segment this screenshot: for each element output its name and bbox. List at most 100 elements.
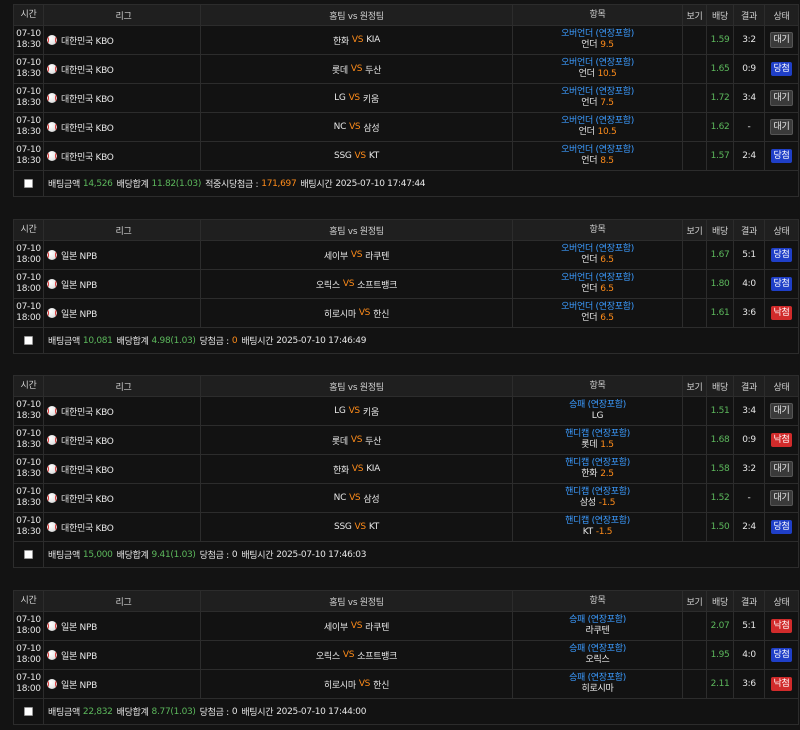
win-amount: 171,697 <box>261 178 297 189</box>
baseball-icon <box>47 64 57 74</box>
home-team: NC <box>333 493 347 503</box>
league-cell: 대한민국 KBO <box>44 513 201 541</box>
selection: KT -1.5 <box>583 527 613 538</box>
header-match: 홈팀 vs 원정팀 <box>201 220 513 240</box>
checkbox-icon[interactable] <box>24 336 33 345</box>
odds-value: 1.52 <box>707 484 734 512</box>
bet-item-cell: 핸디캡 (연장포함) 롯데 1.5 <box>513 426 683 454</box>
game-date: 07-10 <box>16 58 41 68</box>
slip-summary: 배팅금액 22,832 배당합계 8.77(1.03) 당첨금 :0 배팅시간 2025-0… <box>13 699 799 725</box>
odds-value: 1.50 <box>707 513 734 541</box>
selection: 라쿠텐 <box>586 626 610 637</box>
vs-label: VS <box>350 250 363 260</box>
result-score: 3:4 <box>734 397 765 425</box>
game-time: 18:30 <box>16 156 41 166</box>
league-cell: 일본 NPB <box>44 299 201 327</box>
bet-item-cell: 승패 (연장포함) 라쿠텐 <box>513 612 683 640</box>
bet-time: 2025-07-10 17:47:44 <box>335 178 426 189</box>
odds-value: 2.07 <box>707 612 734 640</box>
match-cell: SSG VS KT <box>201 513 513 541</box>
win-amount-label: 당첨금 : <box>199 708 230 718</box>
bet-time: 2025-07-10 17:44:00 <box>276 706 367 717</box>
header-time: 시간 <box>13 591 44 611</box>
header-status: 상태 <box>765 220 799 240</box>
home-team: 세이부 <box>323 251 348 262</box>
game-date: 07-10 <box>16 673 41 683</box>
game-datetime: 07-10 18:30 <box>13 142 44 170</box>
league-name: 대한민국 KBO <box>61 465 114 476</box>
game-datetime: 07-10 18:00 <box>13 270 44 298</box>
odds-total: 4.98(1.03) <box>151 335 196 346</box>
match-cell: 히로시마 VS 한신 <box>201 299 513 327</box>
status-badge: 낙첨 <box>770 306 793 320</box>
odds-value: 1.57 <box>707 142 734 170</box>
selection-point: 9.5 <box>600 40 614 50</box>
checkbox-icon[interactable] <box>24 179 33 188</box>
league-name: 일본 NPB <box>61 251 97 262</box>
home-team: LG <box>334 93 346 103</box>
status-badge: 대기 <box>769 32 794 48</box>
match-cell: 롯데 VS 두산 <box>201 55 513 83</box>
selection: 언더 6.5 <box>581 255 614 266</box>
game-date: 07-10 <box>16 302 41 312</box>
match-cell: 세이부 VS 라쿠텐 <box>201 612 513 640</box>
vs-label: VS <box>348 406 361 416</box>
checkbox-icon[interactable] <box>24 550 33 559</box>
vs-label: VS <box>342 650 355 660</box>
selection: 오릭스 <box>586 655 610 666</box>
market-name: 오버언더 (연장포함) <box>561 302 634 312</box>
away-team: KIA <box>366 35 381 45</box>
game-time: 18:00 <box>16 626 41 636</box>
league-cell: 일본 NPB <box>44 670 201 698</box>
win-amount-label: 당첨금 : <box>199 337 230 347</box>
table-row: 07-10 18:00 일본 NPB 히로시마 VS 한신 승패 (연장포함) 히로시마 2.1… <box>13 670 799 699</box>
status-badge: 당첨 <box>770 149 793 163</box>
match-cell: SSG VS KT <box>201 142 513 170</box>
vs-label: VS <box>349 493 361 503</box>
bet-item-cell: 승패 (연장포함) 오릭스 <box>513 641 683 669</box>
game-datetime: 07-10 18:30 <box>13 26 44 54</box>
table-row: 07-10 18:00 일본 NPB 오릭스 VS 소프트뱅크 승패 (연장포함) 오릭스 1.… <box>13 641 799 670</box>
market-name: 오버언더 (연장포함) <box>561 116 634 126</box>
result-score: 0:9 <box>734 426 765 454</box>
away-team: 라쿠텐 <box>365 622 390 633</box>
vs-label: VS <box>350 64 363 74</box>
game-time: 18:00 <box>16 655 41 665</box>
selection-pick: LG <box>591 411 604 421</box>
table-row: 07-10 18:30 대한민국 KBO 롯데 VS 두산 오버언더 (연장포함) 언더 10.… <box>13 55 799 84</box>
table-header: 시간 리그 홈팀 vs 원정팀 항목 보기 배당 결과 상태 <box>13 591 799 612</box>
win-amount: 0 <box>231 335 238 346</box>
checkbox-icon[interactable] <box>24 707 33 716</box>
game-date: 07-10 <box>16 29 41 39</box>
select-cell <box>13 328 44 353</box>
status-badge: 대기 <box>769 119 794 135</box>
slip-summary: 배팅금액 10,081 배당합계 4.98(1.03) 당첨금 :0 배팅시간 2025-0… <box>13 328 799 354</box>
status-badge: 당첨 <box>770 520 793 534</box>
selection: 롯데 1.5 <box>581 440 614 451</box>
league-cell: 일본 NPB <box>44 241 201 269</box>
baseball-icon <box>47 464 57 474</box>
bet-time-label: 배팅시간 <box>241 551 274 561</box>
odds-value: 1.59 <box>707 26 734 54</box>
status-cell: 낙첨 <box>765 612 799 640</box>
league-cell: 대한민국 KBO <box>44 84 201 112</box>
home-team: LG <box>334 406 346 416</box>
odds-value: 1.61 <box>707 299 734 327</box>
home-team: NC <box>333 122 347 132</box>
bet-item-cell: 오버언더 (연장포함) 언더 6.5 <box>513 270 683 298</box>
vs-label: VS <box>350 621 363 631</box>
bet-item-cell: 핸디캡 (연장포함) 한화 2.5 <box>513 455 683 483</box>
selection-pick: 언더 <box>578 127 595 137</box>
market-name: 오버언더 (연장포함) <box>561 145 634 155</box>
result-score: 4:0 <box>734 270 765 298</box>
match-cell: 오릭스 VS 소프트뱅크 <box>201 641 513 669</box>
odds-total-label: 배당합계 <box>116 551 149 561</box>
game-time: 18:00 <box>16 684 41 694</box>
slip-summary: 배팅금액 15,000 배당합계 9.41(1.03) 당첨금 :0 배팅시간 2025-0… <box>13 542 799 568</box>
game-date: 07-10 <box>16 615 41 625</box>
status-cell: 낙첨 <box>765 670 799 698</box>
bet-item-cell: 핸디캡 (연장포함) 삼성 -1.5 <box>513 484 683 512</box>
selection-pick: 한화 <box>581 469 598 479</box>
league-name: 대한민국 KBO <box>61 123 114 134</box>
status-badge: 낙첨 <box>770 433 793 447</box>
